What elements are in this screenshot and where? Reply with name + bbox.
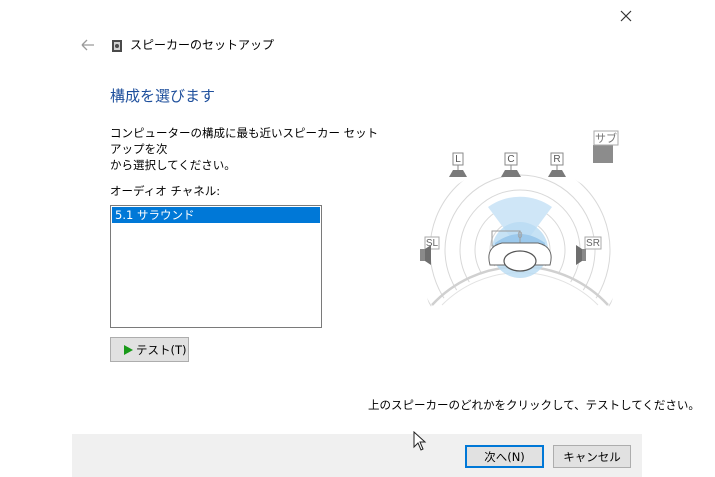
- speaker-test-hint: 上のスピーカーのどれかをクリックして、テストしてください。: [368, 398, 700, 412]
- test-button-label: テスト(T): [136, 342, 187, 357]
- speaker-label-sr: SR: [586, 238, 600, 249]
- audio-channels-listbox[interactable]: 5.1 サラウンド: [110, 205, 322, 328]
- mouse-cursor-icon: [413, 431, 427, 451]
- speaker-label-r: R: [553, 154, 560, 165]
- back-button[interactable]: [78, 36, 98, 54]
- close-icon: [620, 10, 632, 22]
- close-button[interactable]: [610, 4, 642, 28]
- svg-text:0: 0: [517, 230, 522, 240]
- window-title: スピーカーのセットアップ: [130, 38, 275, 52]
- page-heading: 構成を選びます: [110, 87, 216, 105]
- cancel-button[interactable]: キャンセル: [553, 445, 631, 468]
- speaker-label-l: L: [455, 154, 461, 165]
- channel-option-5-1-surround[interactable]: 5.1 サラウンド: [112, 207, 320, 223]
- speaker-app-icon: [111, 38, 123, 52]
- instruction-line-2: から選択してください。: [110, 158, 236, 172]
- speaker-surround-left[interactable]: SL: [420, 236, 440, 265]
- test-button[interactable]: テスト(T): [110, 337, 189, 362]
- speaker-diagram: 0 L C R サブ SL SR: [420, 130, 619, 307]
- speaker-front-right[interactable]: R: [548, 152, 566, 177]
- audio-channels-label: オーディオ チャネル:: [110, 184, 221, 198]
- instruction-text: コンピューターの構成に最も近いスピーカー セットアップを次 から選択してください…: [110, 125, 380, 173]
- speaker-label-c: C: [507, 154, 514, 165]
- next-button[interactable]: 次へ(N): [465, 445, 544, 468]
- instruction-line-1: コンピューターの構成に最も近いスピーカー セットアップを次: [110, 126, 379, 156]
- speaker-center[interactable]: C: [501, 152, 521, 177]
- speaker-label-sub: サブ: [595, 131, 617, 145]
- speaker-front-left[interactable]: L: [449, 152, 467, 177]
- speaker-subwoofer[interactable]: サブ: [593, 130, 619, 163]
- back-arrow-icon: [81, 39, 94, 51]
- play-icon: [124, 344, 133, 355]
